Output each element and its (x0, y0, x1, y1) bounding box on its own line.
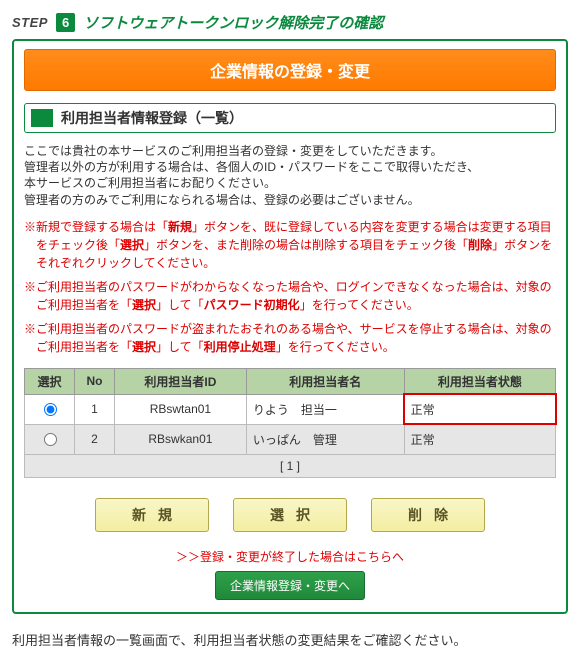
intro-line: ここでは貴社の本サービスのご利用担当者の登録・変更をしていただきます。 (24, 144, 442, 158)
new-button[interactable]: 新規 (95, 498, 209, 532)
col-select: 選択 (25, 368, 75, 394)
table-row: 1 RBswtan01 りよう 担当一 正常 (25, 394, 556, 424)
intro-line: 管理者以外の方が利用する場合は、各個人のID・パスワードをここで取得いただき、 (24, 160, 479, 174)
row-radio[interactable] (44, 433, 57, 446)
cell-name: いっぱん 管理 (246, 424, 404, 454)
step-label: STEP (12, 15, 48, 30)
cell-id: RBswtan01 (115, 394, 247, 424)
cell-no: 1 (75, 394, 115, 424)
col-name: 利用担当者名 (246, 368, 404, 394)
finish-button[interactable]: 企業情報登録・変更へ (215, 571, 365, 600)
page-title-banner: 企業情報の登録・変更 (24, 49, 556, 91)
section-title: 利用担当者情報登録（一覧） (61, 108, 243, 128)
row-radio[interactable] (44, 403, 57, 416)
intro-line: 本サービスのご利用担当者にお配りください。 (24, 176, 276, 190)
finish-link[interactable]: ＞＞登録・変更が終了した場合はこちらへ (176, 550, 404, 564)
footer-note: 利用担当者情報の一覧画面で、利用担当者状態の変更結果をご確認ください。 (12, 630, 568, 649)
cell-no: 2 (75, 424, 115, 454)
note-line: ※新規で登録する場合は「新規」ボタンを、既に登録している内容を変更する場合は変更… (24, 218, 556, 272)
button-row: 新規 選択 削除 (24, 498, 556, 532)
notes-block: ※新規で登録する場合は「新規」ボタンを、既に登録している内容を変更する場合は変更… (24, 218, 556, 356)
delete-button[interactable]: 削除 (371, 498, 485, 532)
step-number: 6 (56, 13, 75, 32)
user-table: 選択 No 利用担当者ID 利用担当者名 利用担当者状態 1 RBswtan01… (24, 368, 556, 455)
step-header: STEP 6 ソフトウェアトークンロック解除完了の確認 (12, 12, 568, 33)
section-marker-icon (31, 109, 53, 127)
section-header: 利用担当者情報登録（一覧） (24, 103, 556, 133)
note-line: ※ご利用担当者のパスワードが盗まれたおそれのある場合や、サービスを停止する場合は… (24, 320, 556, 356)
intro-line: 管理者の方のみでご利用になられる場合は、登録の必要はございません。 (24, 193, 420, 207)
col-status: 利用担当者状態 (404, 368, 555, 394)
col-no: No (75, 368, 115, 394)
panel: 企業情報の登録・変更 利用担当者情報登録（一覧） ここでは貴社の本サービスのご利… (12, 39, 568, 614)
cell-status-highlight: 正常 (404, 394, 555, 424)
select-button[interactable]: 選択 (233, 498, 347, 532)
step-title: ソフトウェアトークンロック解除完了の確認 (83, 12, 383, 33)
finish-area: ＞＞登録・変更が終了した場合はこちらへ 企業情報登録・変更へ (24, 548, 556, 600)
pager: [ 1 ] (24, 455, 556, 478)
cell-status: 正常 (404, 424, 555, 454)
cell-name: りよう 担当一 (246, 394, 404, 424)
note-line: ※ご利用担当者のパスワードがわからなくなった場合や、ログインできなくなった場合は… (24, 278, 556, 314)
intro-text: ここでは貴社の本サービスのご利用担当者の登録・変更をしていただきます。 管理者以… (24, 143, 556, 208)
col-id: 利用担当者ID (115, 368, 247, 394)
table-row: 2 RBswkan01 いっぱん 管理 正常 (25, 424, 556, 454)
cell-id: RBswkan01 (115, 424, 247, 454)
